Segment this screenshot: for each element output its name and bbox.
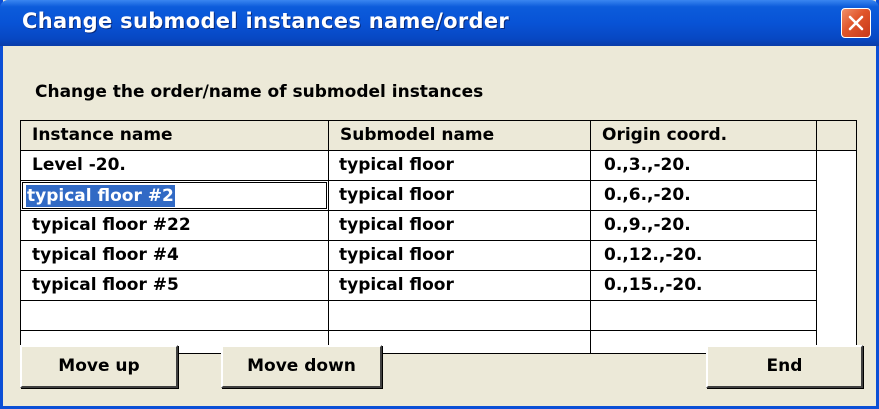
title-bar[interactable]: Change submodel instances name/order: [0, 0, 879, 46]
submodel-name-cell: typical floor: [339, 215, 454, 235]
column-header-instance-name[interactable]: Instance name: [21, 121, 329, 151]
origin-coord-cell: 0.,15.,-20.: [604, 275, 703, 295]
submodel-name-cell: typical floor: [339, 185, 454, 205]
instance-name-cell[interactable]: Level -20.: [32, 151, 126, 180]
dialog-window: Change submodel instances name/order Cha…: [0, 0, 879, 409]
table-row[interactable]: Level -20. typical floor 0.,3.,-20.: [21, 151, 817, 181]
origin-coord-cell: 0.,6.,-20.: [604, 185, 691, 205]
submodel-name-cell: typical floor: [339, 155, 454, 175]
submodel-name-cell: typical floor: [339, 245, 454, 265]
move-up-button[interactable]: Move up: [20, 345, 178, 388]
instances-grid[interactable]: Instance name Submodel name Origin coord…: [20, 120, 857, 354]
origin-coord-cell: 0.,12.,-20.: [604, 245, 703, 265]
table-row[interactable]: typical floor #22 typical floor 0.,9.,-2…: [21, 211, 817, 241]
table-row[interactable]: typical floor #2 typical floor 0.,6.,-20…: [21, 181, 817, 211]
close-button[interactable]: [841, 8, 871, 38]
table-row-empty[interactable]: [21, 301, 817, 331]
submodel-name-cell: typical floor: [339, 275, 454, 295]
origin-coord-cell: 0.,9.,-20.: [604, 215, 691, 235]
column-header-origin-coord[interactable]: Origin coord.: [591, 121, 817, 151]
column-header-submodel-name[interactable]: Submodel name: [329, 121, 591, 151]
instructions-label: Change the order/name of submodel instan…: [35, 82, 484, 102]
selected-text[interactable]: typical floor #2: [26, 185, 175, 207]
column-header-filler: [817, 121, 856, 151]
move-down-button[interactable]: Move down: [221, 345, 382, 388]
close-icon: [848, 15, 864, 31]
table-row[interactable]: typical floor #4 typical floor 0.,12.,-2…: [21, 241, 817, 271]
instance-name-cell[interactable]: typical floor #22: [32, 211, 191, 240]
instance-name-cell[interactable]: typical floor #4: [32, 241, 179, 270]
window-title: Change submodel instances name/order: [22, 9, 510, 33]
instance-name-cell[interactable]: typical floor #5: [32, 271, 179, 300]
instance-name-edit-field[interactable]: typical floor #2: [22, 182, 327, 209]
end-button[interactable]: End: [706, 345, 863, 388]
table-row[interactable]: typical floor #5 typical floor 0.,15.,-2…: [21, 271, 817, 301]
origin-coord-cell: 0.,3.,-20.: [604, 155, 691, 175]
